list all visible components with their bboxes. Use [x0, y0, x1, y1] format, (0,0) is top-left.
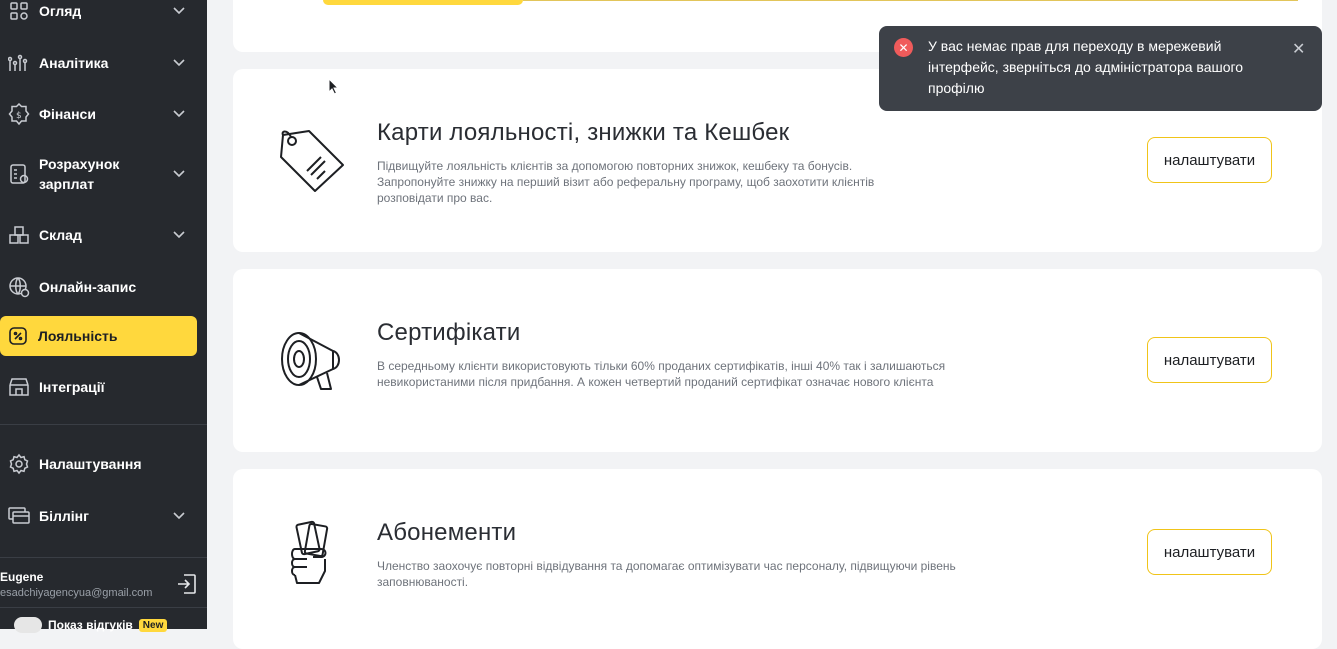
megaphone-icon	[277, 325, 347, 395]
sidebar-item-online-booking[interactable]: Онлайн-запис	[0, 275, 207, 299]
sidebar-item-label: Склад	[39, 227, 82, 243]
hand-money-icon	[277, 519, 347, 589]
sidebar-item-label: Онлайн-запис	[39, 279, 137, 295]
payroll-label-line1: Розрахунок	[39, 156, 120, 172]
billing-icon	[7, 504, 31, 528]
sidebar-item-warehouse[interactable]: Склад	[0, 223, 207, 247]
sidebar: Огляд Аналітика $ Фінанси Розрахунок зар…	[0, 0, 207, 633]
subscriptions-card: Абонементи Членство заохочує повторні ві…	[233, 469, 1322, 649]
price-tag-icon	[277, 125, 347, 195]
svg-text:$: $	[16, 111, 22, 121]
sidebar-item-settings[interactable]: Налаштування	[0, 452, 207, 476]
user-email: esadchiyagencyua@gmail.com	[0, 587, 153, 599]
finance-icon: $	[7, 102, 31, 126]
sidebar-item-label: Аналітика	[39, 55, 109, 71]
sidebar-divider	[0, 424, 207, 425]
setup-button[interactable]: налаштувати	[1147, 337, 1272, 383]
sidebar-item-label: Інтеграції	[39, 379, 105, 395]
loyalty-icon	[6, 324, 30, 348]
online-booking-icon	[7, 275, 31, 299]
sidebar-item-payroll[interactable]: Розрахунок зарплат	[0, 154, 207, 194]
analytics-icon	[7, 51, 31, 75]
card-description: В середньому клієнти використовують тіль…	[377, 359, 946, 389]
close-icon[interactable]: ✕	[1292, 39, 1305, 59]
reviews-toggle[interactable]	[14, 617, 42, 633]
top-accent-line	[523, 0, 1298, 1]
setup-button[interactable]: налаштувати	[1147, 137, 1272, 183]
sidebar-item-label: Фінанси	[39, 106, 96, 122]
setup-button[interactable]: налаштувати	[1147, 529, 1272, 575]
payroll-label-line2: зарплат	[39, 176, 95, 192]
sidebar-divider	[0, 557, 207, 558]
card-title: Карти лояльності, знижки та Кешбек	[377, 119, 790, 146]
error-icon: ✕	[894, 38, 913, 57]
mouse-cursor-icon	[328, 77, 340, 100]
grid-icon	[7, 0, 31, 23]
sidebar-item-integrations[interactable]: Інтеграції	[0, 375, 207, 399]
sidebar-item-label: Налаштування	[39, 456, 142, 472]
chevron-down-icon	[173, 2, 185, 20]
payroll-icon	[7, 162, 31, 186]
sidebar-divider	[0, 607, 207, 608]
chevron-down-icon	[173, 507, 185, 525]
chevron-down-icon	[173, 165, 185, 183]
sidebar-item-label: Лояльність	[38, 328, 118, 344]
error-toast: ✕ У вас немає прав для переходу в мереже…	[879, 26, 1322, 111]
reviews-toggle-label: Показ відгуків	[48, 618, 133, 632]
new-badge: New	[138, 618, 168, 632]
toast-message: У вас немає прав для переходу в мережеви…	[928, 38, 1244, 96]
top-accent-bar	[323, 0, 523, 5]
integrations-icon	[7, 375, 31, 399]
chevron-down-icon	[173, 54, 185, 72]
sidebar-item-loyalty[interactable]: Лояльність	[0, 316, 197, 356]
card-title: Абонементи	[377, 519, 517, 546]
chevron-down-icon	[173, 226, 185, 244]
warehouse-icon	[7, 223, 31, 247]
card-description: Підвищуйте лояльність клієнтів за допомо…	[377, 159, 875, 205]
sidebar-item-label: Розрахунок зарплат	[39, 154, 119, 194]
sidebar-item-label: Біллінг	[39, 508, 89, 524]
gear-icon	[7, 452, 31, 476]
certificates-card: Сертифікати В середньому клієнти викорис…	[233, 269, 1322, 452]
chevron-down-icon	[173, 105, 185, 123]
sidebar-item-billing[interactable]: Біллінг	[0, 504, 207, 528]
user-name: Eugene	[0, 570, 44, 584]
sidebar-item-label: Огляд	[39, 3, 82, 19]
sidebar-item-overview[interactable]: Огляд	[0, 0, 207, 23]
logout-icon[interactable]	[175, 572, 199, 601]
reviews-toggle-row: Показ відгуків New	[14, 617, 168, 633]
card-description: Членство заохочує повторні відвідування …	[377, 559, 956, 589]
card-title: Сертифікати	[377, 319, 521, 346]
sidebar-item-finance[interactable]: $ Фінанси	[0, 102, 207, 126]
sidebar-item-analytics[interactable]: Аналітика	[0, 51, 207, 75]
